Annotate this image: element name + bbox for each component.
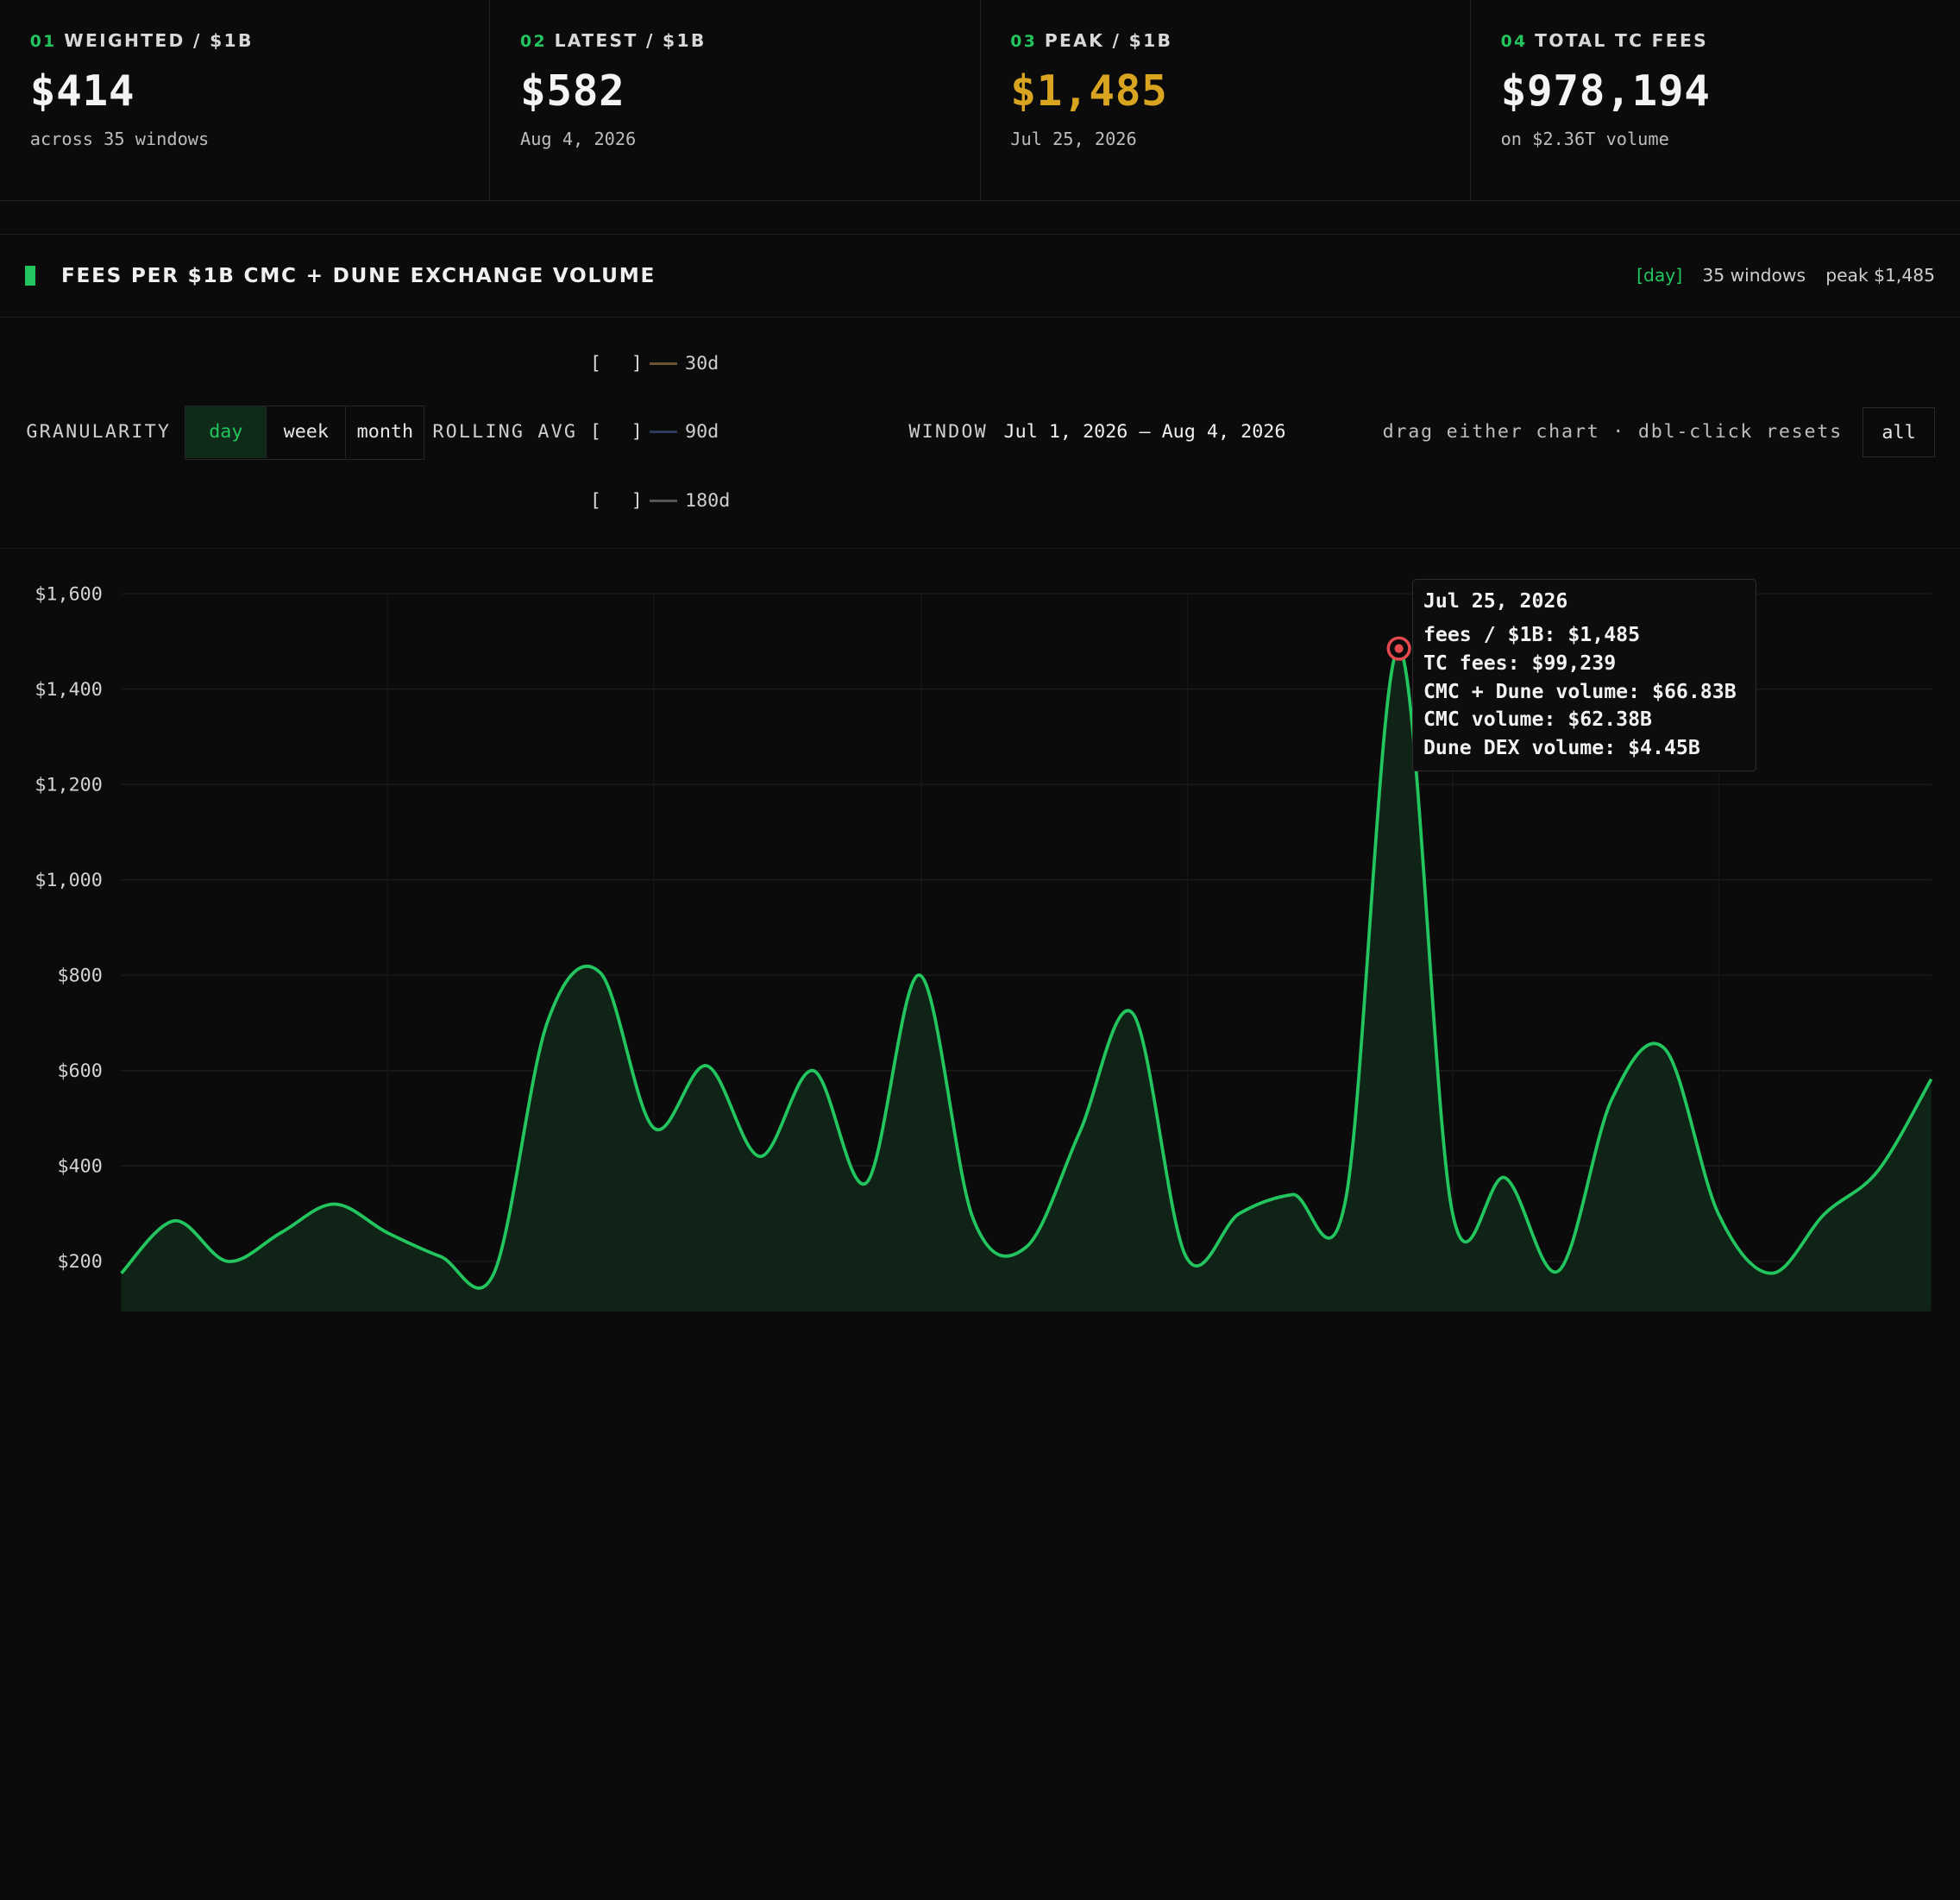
legend-swatch — [650, 500, 678, 503]
kpi-value: $1,485 — [1010, 66, 1168, 116]
bracket-open: [ — [589, 352, 601, 374]
windows-count: 35 windows — [1702, 265, 1806, 286]
tooltip-line: CMC + Dune volume: $66.83B — [1423, 679, 1737, 703]
kpi-label: PEAK / $1B — [1044, 29, 1173, 51]
rolling-avg-label: ROLLING AVG — [432, 421, 578, 444]
highlight-marker-dot — [1394, 644, 1404, 653]
kpi-subtext: across 35 windows — [29, 128, 210, 149]
y-tick-label: $1,400 — [35, 679, 102, 701]
y-tick-label: $400 — [58, 1156, 103, 1178]
kpi-label: TOTAL TC FEES — [1535, 29, 1709, 51]
y-tick-label: $600 — [58, 1060, 103, 1082]
rolling-30d-toggle[interactable]: [] 30d — [590, 353, 719, 374]
rolling-180d-toggle[interactable]: [] 180d — [590, 490, 730, 512]
tooltip-line: TC fees: $99,239 — [1423, 651, 1617, 676]
granularity-label: GRANULARITY — [26, 421, 172, 444]
y-tick-label: $1,000 — [35, 870, 102, 891]
bracket-close: ] — [631, 490, 643, 513]
tooltip-line: fees / $1B: $1,485 — [1423, 623, 1641, 647]
kpi-label: LATEST / $1B — [554, 29, 707, 51]
kpi-index: 02 — [520, 32, 547, 51]
y-tick-label: $1,200 — [35, 775, 102, 796]
kpi-weighted: 01 WEIGHTED / $1B $414 across 35 windows — [0, 0, 491, 200]
section-marker — [24, 265, 35, 286]
divider — [0, 201, 1960, 235]
kpi-subtext: on $2.36T volume — [1500, 128, 1669, 149]
y-tick-label: $1,600 — [35, 584, 102, 606]
chart-tooltip: Jul 25, 2026 fees / $1B: $1,485 TC fees:… — [1412, 578, 1756, 772]
rolling-label: 30d — [685, 352, 719, 374]
y-tick-label: $800 — [58, 966, 103, 987]
kpi-subtext: Aug 4, 2026 — [520, 128, 637, 149]
granularity-week-button[interactable]: week — [267, 406, 347, 459]
kpi-subtext: Jul 25, 2026 — [1010, 128, 1137, 149]
kpi-peak: 03 PEAK / $1B $1,485 Jul 25, 2026 — [981, 0, 1471, 200]
granularity-month-button[interactable]: month — [346, 406, 424, 459]
rolling-label: 90d — [685, 421, 719, 444]
section-header: FEES PER $1B CMC + DUNE EXCHANGE VOLUME … — [0, 235, 1960, 318]
dashboard: 01 WEIGHTED / $1B $414 across 35 windows … — [0, 0, 1960, 1312]
kpi-value: $582 — [520, 66, 625, 116]
granularity-day-button[interactable]: day — [185, 406, 267, 459]
kpi-value: $414 — [29, 66, 135, 116]
all-range-button[interactable]: all — [1863, 407, 1936, 458]
kpi-index: 01 — [29, 32, 57, 51]
section-title: FEES PER $1B CMC + DUNE EXCHANGE VOLUME — [60, 263, 656, 287]
bracket-open: [ — [589, 421, 601, 444]
bracket-close: ] — [631, 352, 643, 374]
kpi-total-fees: 04 TOTAL TC FEES $978,194 on $2.36T volum… — [1471, 0, 1960, 200]
checkbox[interactable]: [] — [590, 490, 643, 512]
kpi-latest: 02 LATEST / $1B $582 Aug 4, 2026 — [490, 0, 981, 200]
chart-controls: GRANULARITY day week month ROLLING AVG [… — [0, 318, 1960, 549]
legend-swatch — [650, 362, 678, 365]
peak-value: peak $1,485 — [1825, 265, 1936, 286]
y-tick-label: $200 — [58, 1251, 103, 1273]
window-range: Jul 1, 2026 — Aug 4, 2026 — [1003, 421, 1286, 444]
kpi-index: 03 — [1010, 32, 1038, 51]
section-meta: [day] 35 windows peak $1,485 — [1636, 235, 1935, 318]
kpi-row: 01 WEIGHTED / $1B $414 across 35 windows … — [0, 0, 1960, 201]
kpi-value: $978,194 — [1500, 66, 1711, 116]
kpi-index: 04 — [1500, 32, 1528, 51]
checkbox[interactable]: [] — [590, 421, 643, 443]
legend-swatch — [650, 431, 678, 434]
checkbox[interactable]: [] — [590, 353, 643, 374]
tooltip-date: Jul 25, 2026 — [1423, 588, 1568, 613]
granularity-toggle: day week month — [185, 405, 425, 461]
window-label: WINDOW — [908, 421, 988, 444]
bracket-open: [ — [589, 490, 601, 513]
drag-hint: drag either chart · dbl-click resets — [1382, 421, 1843, 444]
rolling-90d-toggle[interactable]: [] 90d — [590, 421, 719, 443]
rolling-label: 180d — [685, 490, 731, 513]
tooltip-line: CMC volume: $62.38B — [1423, 708, 1652, 732]
granularity-tag: [day] — [1636, 265, 1683, 286]
tooltip-line: Dune DEX volume: $4.45B — [1423, 735, 1700, 759]
kpi-label: WEIGHTED / $1B — [64, 29, 254, 51]
bracket-close: ] — [631, 421, 643, 444]
